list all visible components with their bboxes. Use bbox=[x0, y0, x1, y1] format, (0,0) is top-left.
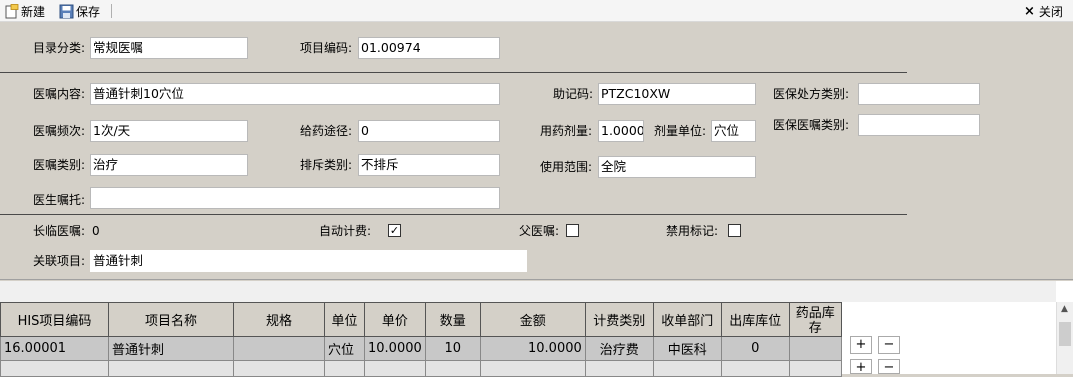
exclusion-label: 排斥类别: bbox=[300, 158, 353, 172]
col-his-code[interactable]: HIS项目编码 bbox=[0, 302, 109, 337]
remove-row-button-2[interactable]: − bbox=[878, 359, 900, 375]
parent-order-checkbox[interactable] bbox=[566, 224, 579, 237]
vertical-scrollbar[interactable]: ▲ bbox=[1056, 302, 1073, 374]
empty-cell[interactable] bbox=[108, 360, 234, 377]
empty-cell[interactable] bbox=[0, 360, 109, 377]
cell-receiving-dept[interactable]: 中医科 bbox=[652, 336, 722, 361]
close-button-label: 关闭 bbox=[1038, 4, 1063, 19]
close-icon: × bbox=[1024, 3, 1035, 19]
empty-cell[interactable] bbox=[324, 360, 365, 377]
cell-his-code[interactable]: 16.00001 bbox=[0, 336, 109, 361]
scope-label: 使用范围: bbox=[540, 160, 593, 174]
catalog-field[interactable]: 常规医嘱 bbox=[90, 37, 248, 59]
toolbar: 新建 保存 × 关闭 bbox=[0, 0, 1073, 22]
save-button-label: 保存 bbox=[76, 4, 101, 19]
col-unit-price[interactable]: 单价 bbox=[364, 302, 426, 337]
insurance-rx-field[interactable] bbox=[858, 83, 980, 105]
item-code-label: 项目编码: bbox=[300, 41, 353, 55]
grid-header-row: HIS项目编码 项目名称 规格 单位 单价 数量 金额 计费类别 收单部门 出库… bbox=[0, 302, 842, 337]
linked-item-field[interactable]: 普通针刺 bbox=[90, 250, 527, 272]
route-label: 给药途径: bbox=[300, 124, 353, 138]
catalog-label: 目录分类: bbox=[33, 41, 86, 55]
col-quantity[interactable]: 数量 bbox=[424, 302, 481, 337]
dose-field[interactable]: 1.0000 bbox=[598, 120, 644, 142]
doctor-note-field[interactable] bbox=[90, 187, 500, 209]
mnemonic-label: 助记码: bbox=[553, 87, 594, 101]
exclusion-field[interactable]: 不排斥 bbox=[358, 154, 500, 176]
new-button-label: 新建 bbox=[21, 4, 46, 19]
fee-items-grid: HIS项目编码 项目名称 规格 单位 单价 数量 金额 计费类别 收单部门 出库… bbox=[0, 302, 842, 377]
close-button[interactable]: × 关闭 bbox=[1024, 2, 1063, 20]
empty-cell[interactable] bbox=[788, 360, 842, 377]
cell-unit-price[interactable]: 10.0000 bbox=[364, 336, 426, 361]
long-temp-label: 长临医嘱: bbox=[33, 224, 86, 238]
empty-cell[interactable] bbox=[364, 360, 426, 377]
auto-billing-label: 自动计费: bbox=[319, 224, 372, 238]
cell-stock-location[interactable]: 0 bbox=[720, 336, 790, 361]
toolbar-separator bbox=[111, 4, 112, 18]
new-button[interactable]: 新建 bbox=[4, 2, 45, 20]
scroll-up-icon[interactable]: ▲ bbox=[1061, 304, 1068, 314]
col-stock-location[interactable]: 出库库位 bbox=[720, 302, 790, 337]
col-receiving-dept[interactable]: 收单部门 bbox=[652, 302, 722, 337]
dose-unit-label: 剂量单位: bbox=[654, 124, 707, 138]
remove-row-button[interactable]: − bbox=[878, 336, 900, 354]
new-document-icon bbox=[5, 3, 19, 18]
divider-1 bbox=[0, 72, 907, 73]
content-label: 医嘱内容: bbox=[33, 87, 86, 101]
col-billing-type[interactable]: 计费类别 bbox=[584, 302, 654, 337]
frequency-field[interactable]: 1次/天 bbox=[90, 120, 248, 142]
empty-cell[interactable] bbox=[233, 360, 325, 377]
add-row-button[interactable]: + bbox=[850, 336, 872, 354]
frequency-label: 医嘱频次: bbox=[33, 124, 86, 138]
order-type-label: 医嘱类别: bbox=[33, 158, 86, 172]
cell-amount[interactable]: 10.0000 bbox=[479, 336, 586, 361]
linked-item-label: 关联项目: bbox=[33, 254, 86, 268]
empty-cell[interactable] bbox=[479, 360, 586, 377]
mnemonic-field[interactable]: PTZC10XW bbox=[598, 83, 756, 105]
col-amount[interactable]: 金额 bbox=[479, 302, 586, 337]
auto-billing-checkbox[interactable]: ✓ bbox=[388, 224, 401, 237]
empty-cell[interactable] bbox=[584, 360, 654, 377]
cell-quantity[interactable]: 10 bbox=[424, 336, 481, 361]
route-field[interactable]: 0 bbox=[358, 120, 500, 142]
add-row-button-2[interactable]: + bbox=[850, 359, 872, 375]
col-drug-stock[interactable]: 药品库存 bbox=[788, 302, 842, 337]
content-field[interactable]: 普通针刺10穴位 bbox=[90, 83, 500, 105]
order-type-field[interactable]: 治疗 bbox=[90, 154, 248, 176]
cell-drug-stock[interactable] bbox=[788, 336, 842, 361]
empty-cell[interactable] bbox=[424, 360, 481, 377]
cell-item-name[interactable]: 普通针刺 bbox=[108, 336, 234, 361]
long-temp-value: 0 bbox=[92, 224, 100, 238]
empty-cell[interactable] bbox=[652, 360, 722, 377]
cell-unit[interactable]: 穴位 bbox=[324, 336, 365, 361]
col-unit[interactable]: 单位 bbox=[324, 302, 365, 337]
insurance-rx-label: 医保处方类别: bbox=[773, 87, 850, 101]
item-code-field[interactable]: 01.00974 bbox=[358, 37, 500, 59]
divider-2 bbox=[0, 214, 907, 215]
save-disk-icon bbox=[59, 4, 74, 18]
dose-unit-field[interactable]: 穴位 bbox=[711, 120, 756, 142]
scope-field[interactable]: 全院 bbox=[598, 156, 756, 178]
parent-order-label: 父医嘱: bbox=[519, 224, 560, 238]
grid-top-strip bbox=[0, 281, 1056, 302]
order-form: 目录分类: 常规医嘱 项目编码: 01.00974 医嘱内容: 普通针刺10穴位… bbox=[0, 22, 1073, 280]
doctor-note-label: 医生嘱托: bbox=[33, 193, 86, 207]
cell-spec[interactable] bbox=[233, 336, 325, 361]
dose-label: 用药剂量: bbox=[540, 124, 593, 138]
col-item-name[interactable]: 项目名称 bbox=[108, 302, 234, 337]
disabled-flag-label: 禁用标记: bbox=[666, 224, 719, 238]
table-row[interactable]: 16.00001 普通针刺 穴位 10.0000 10 10.0000 治疗费 … bbox=[0, 336, 842, 361]
scroll-thumb[interactable] bbox=[1059, 322, 1071, 346]
insurance-order-field[interactable] bbox=[858, 114, 980, 136]
table-row-empty[interactable] bbox=[0, 360, 842, 377]
fee-items-grid-area: HIS项目编码 项目名称 规格 单位 单价 数量 金额 计费类别 收单部门 出库… bbox=[0, 281, 1073, 377]
col-spec[interactable]: 规格 bbox=[233, 302, 325, 337]
disabled-flag-checkbox[interactable] bbox=[728, 224, 741, 237]
empty-cell[interactable] bbox=[720, 360, 790, 377]
cell-billing-type[interactable]: 治疗费 bbox=[584, 336, 654, 361]
insurance-order-label: 医保医嘱类别: bbox=[773, 118, 850, 132]
save-button[interactable]: 保存 bbox=[59, 2, 100, 20]
